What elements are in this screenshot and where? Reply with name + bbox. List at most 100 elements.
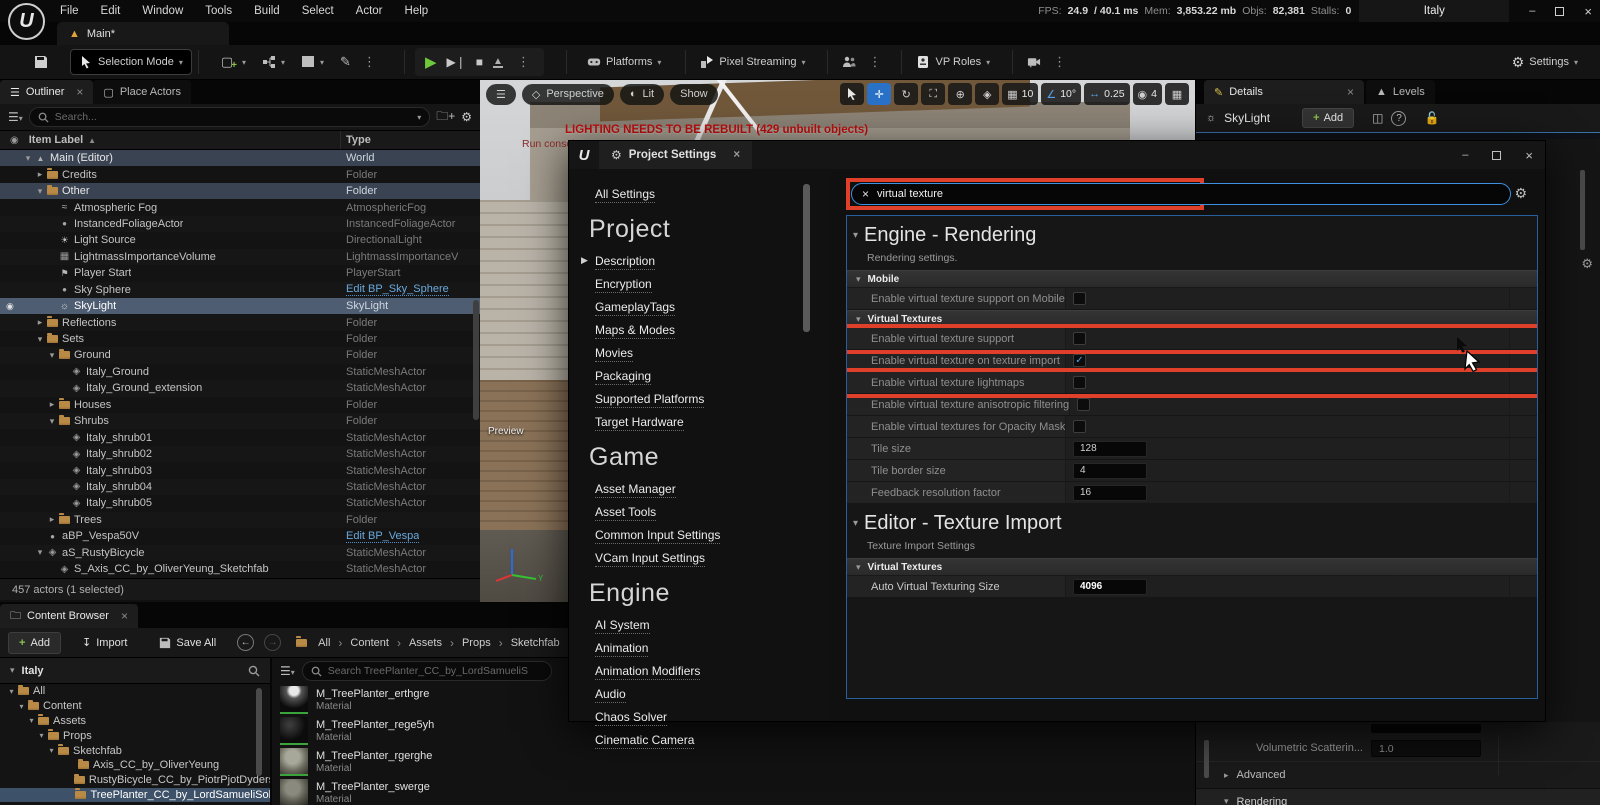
rotate-tool[interactable]: ↻ [894,83,918,105]
outliner-row[interactable]: Italy_Ground_extension StaticMeshActor [0,380,480,396]
tab-levels[interactable]: ▲ Levels [1366,80,1435,104]
folder-row[interactable]: ▾ Assets [0,714,270,729]
menu-item[interactable]: Select [302,5,334,17]
breadcrumb-item[interactable]: Content [350,637,389,649]
settings-nav-link[interactable]: Movies [595,346,633,362]
outliner-row[interactable]: ▾ aS_RustyBicycle StaticMeshActor [0,545,480,561]
grid-snap-toggle[interactable]: ▦10 [1002,83,1038,105]
tab-content-browser[interactable]: 🗀 Content Browser × [0,604,138,628]
cinematics-button[interactable]: ▾ [293,49,332,75]
settings-nav-link[interactable]: Description [595,254,655,270]
settings-nav-link[interactable]: Target Hardware [595,415,684,431]
asset-search[interactable] [302,661,552,681]
expander-icon[interactable]: ▾ [6,687,17,696]
settings-nav-link[interactable]: Supported Platforms [595,392,704,408]
breadcrumb-item[interactable]: Sketchfab [511,637,560,649]
column-type[interactable]: Type [346,134,371,146]
menu-item[interactable]: File [60,5,79,17]
folder-row[interactable]: RustyBicycle_CC_by_PiotrPjotDyderski [0,773,270,788]
settings-nav-link[interactable]: Animation [595,641,648,657]
play-button[interactable]: ▶ [425,53,437,71]
setting-input[interactable] [1073,441,1147,457]
add-actor-button[interactable]: ▢+▾ [213,49,254,75]
setting-input[interactable] [1073,579,1147,595]
outliner-row[interactable]: Italy_shrub03 StaticMeshActor [0,462,480,478]
folder-row[interactable]: ▾ Content [0,699,270,714]
add-button[interactable]: +Add [8,632,61,654]
forward-button[interactable]: → [264,634,281,651]
settings-nav-link[interactable]: Audio [595,687,626,703]
scale-tool[interactable]: ⛶ [921,83,945,105]
perspective-dropdown[interactable]: ◇Perspective [522,84,614,105]
menu-item[interactable]: Help [405,5,429,17]
settings-search[interactable]: × [851,183,1511,205]
outliner-row[interactable]: Light Source DirectionalLight [0,232,480,248]
level-tab-main[interactable]: ▲ Main* [57,22,229,45]
expander-icon[interactable]: ▾ [36,731,47,740]
settings-nav-link[interactable]: Packaging [595,369,651,385]
collaboration-button[interactable] [834,49,864,75]
blueprints-button[interactable]: ▾ [254,49,293,75]
close-button[interactable]: × [1525,148,1533,163]
clear-search-icon[interactable]: × [862,187,869,201]
chevron-down-icon[interactable]: ▾ [417,113,421,122]
help-icon[interactable]: ? [1391,111,1406,126]
menu-item[interactable]: Actor [356,5,383,17]
category-mobile[interactable]: ▾ Mobile [847,270,1537,288]
expander-icon[interactable]: ▾ [26,716,37,725]
asset-search-input[interactable] [328,665,543,677]
collab-kebab[interactable]: ⋮ [864,54,885,70]
settings-nav-link[interactable]: Encryption [595,277,652,293]
outliner-row[interactable]: InstancedFoliageActor InstancedFoliageAc… [0,216,480,232]
maximize-button[interactable] [1555,7,1564,16]
settings-window-titlebar[interactable]: U ⚙ Project Settings × – × [569,141,1545,169]
settings-window-tab[interactable]: ⚙ Project Settings × [599,141,752,169]
outliner-row[interactable]: ▾ Sets Folder [0,331,480,347]
settings-dropdown[interactable]: ⚙ Settings ▾ [1504,49,1586,75]
tree-scrollbar[interactable] [256,688,262,776]
category-virtual-textures[interactable]: ▾ Virtual Textures [847,310,1537,328]
folder-row[interactable]: ▾ All [0,684,270,699]
show-dropdown[interactable]: Show [670,84,718,105]
collapse-icon[interactable]: ▾ [853,518,858,529]
menu-item[interactable]: Tools [205,5,232,17]
lit-dropdown[interactable]: ◐Lit [620,84,664,105]
menu-item[interactable]: Window [142,5,183,17]
settings-nav-link[interactable]: Chaos Solver [595,710,667,726]
back-button[interactable]: ← [237,634,254,651]
outliner-row[interactable]: ◉ SkyLight SkyLight [0,298,480,314]
outliner-row[interactable]: Italy_shrub01 StaticMeshActor [0,429,480,445]
expander-icon[interactable]: ▾ [46,746,57,755]
outliner-row[interactable]: Italy_shrub02 StaticMeshActor [0,446,480,462]
world-space-toggle[interactable]: ⊕ [948,83,972,105]
minimize-button[interactable]: – [1529,5,1535,17]
expander-icon[interactable]: ▸ [34,169,46,180]
outliner-row[interactable]: LightmassImportanceVolume LightmassImpor… [0,249,480,265]
asset-row[interactable]: M_TreePlanter_swerge Material [272,777,1195,805]
properties-scrollbar[interactable] [1204,740,1209,778]
outliner-row[interactable]: ▸ Credits Folder [0,166,480,182]
close-icon[interactable]: × [1347,85,1354,99]
editor-modes-button[interactable]: ✎ [332,49,359,75]
content-tree-header[interactable]: ▾ Italy [0,658,270,684]
eye-icon[interactable]: ◉ [6,301,14,312]
close-icon[interactable]: × [76,85,83,99]
outliner-row[interactable]: S_Axis_CC_by_OliverYeung_Sketchfab Stati… [0,561,480,577]
settings-nav-link[interactable]: GameplayTags [595,300,675,316]
expander-icon[interactable]: ▾ [34,547,46,558]
expander-icon[interactable]: ▾ [46,350,58,361]
expander-icon[interactable]: ▾ [46,416,58,427]
viewport-layout-button[interactable]: ▦ [1165,83,1189,105]
maximize-button[interactable] [1492,151,1501,160]
expander-icon[interactable]: ▸ [46,399,58,410]
unreal-logo-icon[interactable]: U [8,3,45,40]
setting-checkbox[interactable] [1073,420,1086,433]
outliner-row[interactable]: ▾ Shrubs Folder [0,413,480,429]
settings-nav-link[interactable]: AI System [595,618,650,634]
play-options-kebab[interactable]: ⋮ [513,54,534,70]
property-input[interactable]: 1.0 [1371,740,1481,757]
eject-button[interactable]: ▲ [493,57,503,68]
expander-icon[interactable]: ▸ [46,514,58,525]
outliner-search-input[interactable] [55,111,411,123]
menu-item[interactable]: Build [254,5,280,17]
